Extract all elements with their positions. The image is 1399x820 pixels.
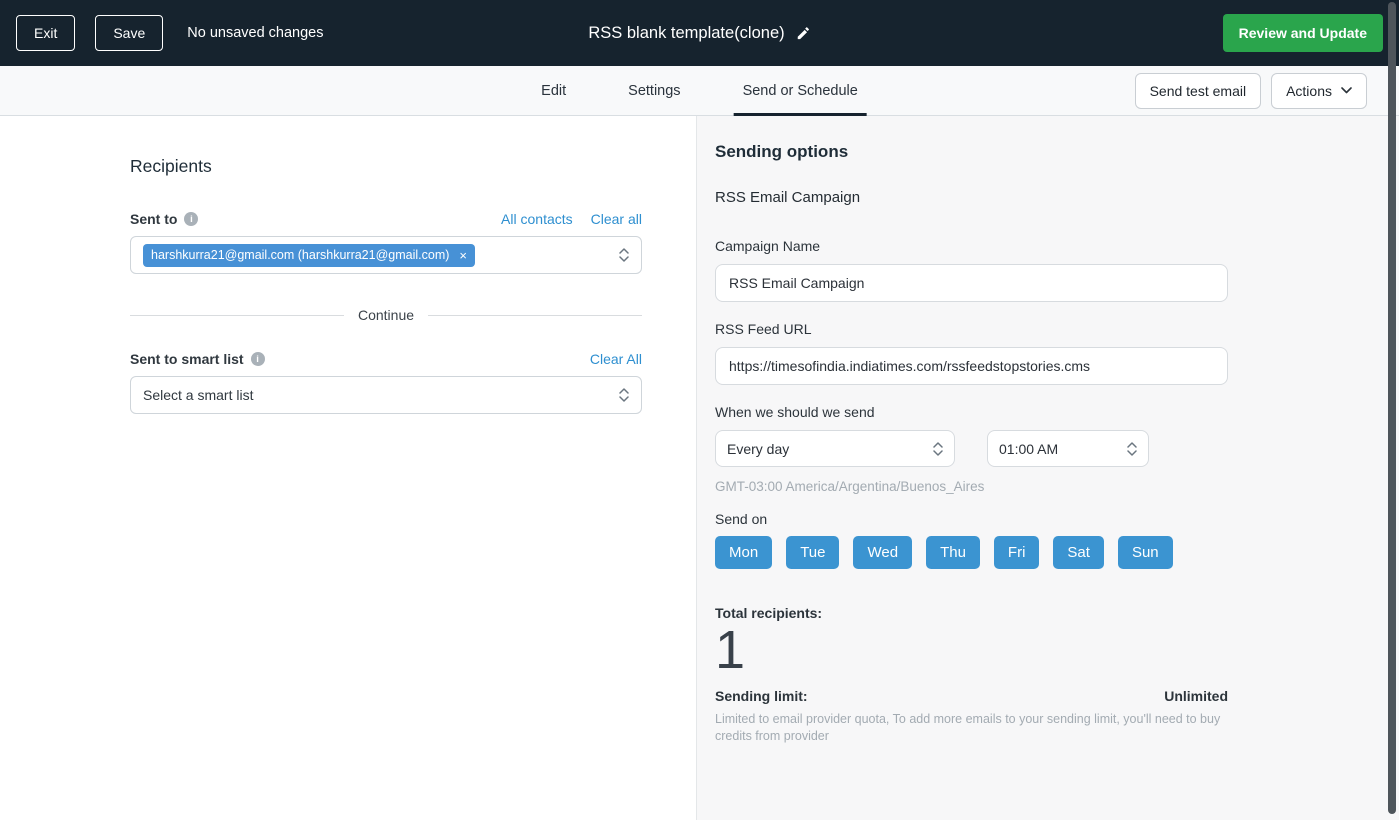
campaign-type-subheading: RSS Email Campaign [715,189,861,206]
clear-all-link[interactable]: Clear all [591,211,642,227]
smart-list-label: Sent to smart list [130,351,244,367]
timezone-note: GMT-03:00 America/Argentina/Buenos_Aires [715,479,985,494]
sending-limit-value: Unlimited [1164,688,1228,705]
tab-bar: Edit Settings Send or Schedule Send test… [0,66,1399,116]
sent-to-row: Sent to i All contacts Clear all [130,211,642,227]
total-recipients-value: 1 [715,620,746,680]
sending-options-heading: Sending options [715,142,849,161]
divider-line [428,314,643,316]
all-contacts-link[interactable]: All contacts [501,211,573,227]
schedule-controls-row: Every day 01:00 AM [715,430,1228,467]
sending-limit-note: Limited to email provider quota, To add … [715,712,1221,744]
frequency-value: Every day [727,440,790,457]
sent-to-info-icon[interactable]: i [184,212,199,226]
divider-line [130,314,344,316]
vertical-scrollbar[interactable] [1388,2,1396,814]
tab-send-or-schedule[interactable]: Send or Schedule [733,66,868,116]
smart-list-row: Sent to smart list i Clear All [130,351,642,367]
send-test-email-button[interactable]: Send test email [1134,72,1262,109]
send-time-select[interactable]: 01:00 AM [987,430,1149,467]
campaign-name-label: Campaign Name [715,238,821,254]
day-button-thu[interactable]: Thu [926,536,980,569]
page-title-wrap: RSS blank template(clone) [588,24,810,43]
sending-limit-label: Sending limit: [715,688,808,705]
review-and-update-button[interactable]: Review and Update [1222,14,1383,52]
recipient-chip-label: harshkurra21@gmail.com (harshkurra21@gma… [151,247,450,262]
sent-to-links: All contacts Clear all [501,211,642,227]
select-expand-icon [619,248,629,262]
select-expand-icon [933,441,943,456]
day-button-tue[interactable]: Tue [786,536,840,569]
when-send-label: When we should we send [715,404,875,420]
recipients-panel: Recipients Sent to i All contacts Clear … [0,116,697,820]
select-expand-icon [619,388,629,402]
send-on-label: Send on [715,511,768,527]
exit-button[interactable]: Exit [16,15,76,51]
sent-to-label: Sent to [130,211,178,227]
actions-button[interactable]: Actions [1271,72,1367,109]
edit-title-pencil-icon[interactable] [796,26,811,41]
continue-divider: Continue [130,307,643,323]
smart-list-select[interactable]: Select a smart list [130,376,642,414]
sending-limit-row: Sending limit: Unlimited [715,688,1228,704]
main-content: Recipients Sent to i All contacts Clear … [0,116,1399,820]
sending-options-inner: Sending options RSS Email Campaign Campa… [715,142,1228,745]
smart-list-placeholder: Select a smart list [143,387,254,403]
continue-label: Continue [357,307,415,323]
chevron-down-icon [1341,87,1352,94]
send-time-value: 01:00 AM [999,440,1059,457]
top-bar: Exit Save No unsaved changes RSS blank t… [0,0,1399,66]
select-expand-icon [1127,441,1137,456]
save-button[interactable]: Save [95,15,164,51]
rss-feed-url-input[interactable] [715,347,1228,385]
day-button-fri[interactable]: Fri [993,536,1040,569]
frequency-select[interactable]: Every day [715,430,955,467]
actions-label: Actions [1286,82,1332,99]
smart-list-links: Clear All [590,351,642,367]
total-recipients-label: Total recipients: [715,605,823,621]
day-button-sat[interactable]: Sat [1053,536,1104,569]
tabs-group: Edit Settings Send or Schedule [532,66,868,116]
tabbar-actions-group: Send test email Actions [1134,66,1399,115]
day-button-mon[interactable]: Mon [715,536,773,569]
sent-to-select[interactable]: harshkurra21@gmail.com (harshkurra21@gma… [130,236,642,274]
sending-options-panel: Sending options RSS Email Campaign Campa… [697,116,1399,820]
tab-settings[interactable]: Settings [619,66,689,115]
recipient-chip[interactable]: harshkurra21@gmail.com (harshkurra21@gma… [143,243,475,267]
day-button-wed[interactable]: Wed [853,536,913,569]
topbar-left-group: Exit Save No unsaved changes [16,15,324,51]
send-on-days-row: Mon Tue Wed Thu Fri Sat Sun [715,536,1228,569]
page-title: RSS blank template(clone) [588,23,785,42]
rss-feed-url-label: RSS Feed URL [715,321,812,337]
sent-to-label-group: Sent to i [130,211,199,227]
tab-edit[interactable]: Edit [532,66,575,115]
smart-list-clear-all-link[interactable]: Clear All [590,351,642,367]
day-button-sun[interactable]: Sun [1117,536,1173,569]
recipients-heading: Recipients [130,156,212,176]
remove-recipient-icon[interactable]: × [459,249,467,262]
campaign-name-input[interactable] [715,264,1228,302]
unsaved-changes-status: No unsaved changes [187,25,324,41]
smart-list-info-icon[interactable]: i [250,352,265,366]
smart-list-label-group: Sent to smart list i [130,351,265,367]
